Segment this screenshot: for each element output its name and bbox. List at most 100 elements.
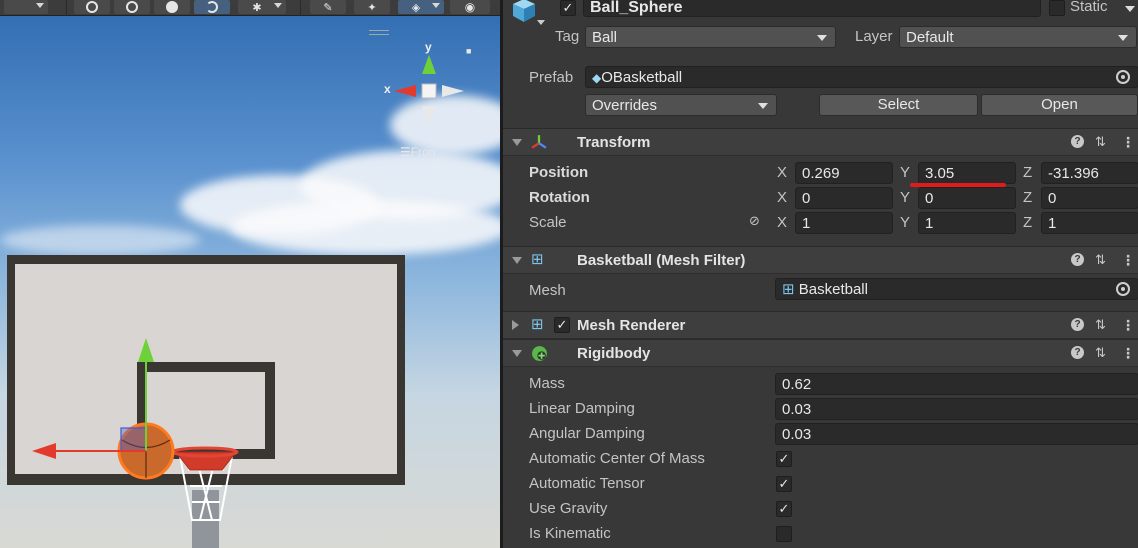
effects-toggle-button[interactable]: ✦ — [354, 0, 390, 14]
rigidbody-header[interactable]: Rigidbody ? ⇅ ⋮ — [503, 339, 1138, 367]
overrides-dropdown[interactable]: Overrides — [585, 94, 777, 116]
help-icon[interactable]: ? — [1071, 135, 1084, 148]
auto-tensor-checkbox[interactable]: ✓ — [776, 476, 792, 492]
static-dropdown-icon[interactable] — [1125, 6, 1135, 12]
axis-x-label[interactable]: X — [777, 214, 787, 231]
lock-icon[interactable]: ■ — [466, 46, 471, 56]
object-name-field[interactable]: Ball_Sphere — [583, 0, 1041, 17]
is-kinematic-checkbox[interactable] — [776, 526, 792, 542]
shaded-button[interactable] — [154, 0, 190, 14]
position-y-field[interactable]: 3.05 — [918, 162, 1016, 184]
auto-center-of-mass-checkbox[interactable]: ✓ — [776, 451, 792, 467]
mesh-field[interactable]: ⊞ Basketball — [775, 278, 1138, 300]
cloud — [0, 225, 200, 255]
scale-x-field[interactable]: 1 — [795, 212, 893, 234]
position-label: Position — [529, 164, 589, 181]
angular-damping-label: Angular Damping — [529, 425, 645, 442]
tag-dropdown[interactable]: Ball — [585, 26, 836, 48]
foldout-open-icon[interactable] — [512, 350, 522, 357]
chevron-down-icon[interactable] — [537, 20, 545, 25]
scale-z-field[interactable]: 1 — [1041, 212, 1138, 234]
inspector-panel: ✓ Ball_Sphere Static Tag Ball Layer Defa… — [500, 0, 1138, 548]
static-label: Static — [1070, 0, 1108, 15]
presets-icon[interactable]: ⇅ — [1095, 253, 1109, 267]
rotation-x-field[interactable]: 0 — [795, 187, 893, 209]
cube-icon — [513, 0, 535, 22]
use-gravity-checkbox[interactable]: ✓ — [776, 501, 792, 517]
help-icon[interactable]: ? — [1071, 346, 1084, 359]
axis-z-label[interactable]: Z — [1023, 189, 1032, 206]
chevron-down-icon — [432, 3, 440, 8]
foldout-open-icon[interactable] — [512, 139, 522, 146]
backboard-target-square — [137, 362, 275, 459]
overlay-handle-icon[interactable] — [369, 30, 389, 35]
debug-draw-button[interactable]: ✱ — [238, 0, 286, 14]
toolbar-separator — [66, 0, 67, 16]
scene-view[interactable]: ✱ ✎ ✦ ◈ ◉ y x ■ ☰Fron — [0, 0, 500, 548]
audio-toggle-button[interactable]: ✎ — [310, 0, 346, 14]
axis-x-label[interactable]: X — [777, 164, 787, 181]
object-picker-icon[interactable] — [1116, 282, 1130, 296]
linear-damping-field[interactable]: 0.03 — [775, 398, 1138, 420]
static-checkbox[interactable] — [1049, 0, 1065, 16]
eye-icon: ◉ — [464, 0, 476, 14]
wireframe-button[interactable] — [74, 0, 110, 14]
help-icon[interactable]: ? — [1071, 318, 1084, 331]
layer-label: Layer — [855, 28, 893, 45]
foldout-open-icon[interactable] — [512, 257, 522, 264]
mesh-filter-title: Basketball (Mesh Filter) — [577, 252, 746, 269]
layers-icon: ◈ — [411, 1, 421, 14]
gizmo-toggle-button[interactable] — [4, 0, 48, 14]
axis-y-label[interactable]: Y — [900, 189, 910, 206]
position-x-field[interactable]: 0.269 — [795, 162, 893, 184]
layers-button[interactable]: ◈ — [398, 0, 444, 14]
transform-header[interactable]: Transform ? ⇅ ⋮ — [503, 128, 1138, 156]
more-options-icon[interactable]: ⋮ — [1121, 253, 1135, 267]
angular-damping-field[interactable]: 0.03 — [775, 423, 1138, 445]
presets-icon[interactable]: ⇅ — [1095, 346, 1109, 360]
more-options-icon[interactable]: ⋮ — [1121, 318, 1135, 332]
rotation-y-field[interactable]: 0 — [918, 187, 1016, 209]
moon-icon — [206, 1, 218, 13]
mesh-renderer-enabled-checkbox[interactable]: ✓ — [554, 317, 570, 333]
shaded-wire-button[interactable] — [114, 0, 150, 14]
more-options-icon[interactable]: ⋮ — [1121, 346, 1135, 360]
presets-icon[interactable]: ⇅ — [1095, 318, 1109, 332]
scale-y-field[interactable]: 1 — [918, 212, 1016, 234]
object-picker-icon[interactable] — [1116, 70, 1130, 84]
scale-label: Scale — [529, 214, 567, 231]
mesh-filter-header[interactable]: ⊞ Basketball (Mesh Filter) ? ⇅ ⋮ — [503, 246, 1138, 274]
constrain-proportions-icon[interactable]: ⊘ — [749, 213, 760, 229]
prefab-field[interactable]: ◆OBasketball — [585, 66, 1138, 88]
lit-button[interactable] — [194, 0, 230, 14]
axis-x-label[interactable]: X — [777, 189, 787, 206]
mass-field[interactable]: 0.62 — [775, 373, 1138, 395]
linear-damping-label: Linear Damping — [529, 400, 635, 417]
auto-center-of-mass-label: Automatic Center Of Mass — [529, 450, 705, 467]
foldout-closed-icon[interactable] — [512, 320, 519, 330]
axis-z-label[interactable]: Z — [1023, 214, 1032, 231]
view-mode-label[interactable]: ☰Fron — [400, 145, 435, 159]
mass-label: Mass — [529, 375, 565, 392]
orientation-gizmo[interactable]: y x ■ — [380, 40, 471, 130]
is-kinematic-label: Is Kinematic — [529, 525, 611, 542]
mesh-renderer-header[interactable]: ⊞ ✓ Mesh Renderer ? ⇅ ⋮ — [503, 311, 1138, 339]
visibility-button[interactable]: ◉ — [450, 0, 490, 14]
position-z-field[interactable]: -31.396 — [1041, 162, 1138, 184]
axis-y-label[interactable]: Y — [900, 164, 910, 181]
select-prefab-button[interactable]: Select — [819, 94, 978, 116]
layer-dropdown[interactable]: Default — [899, 26, 1137, 48]
active-checkbox[interactable]: ✓ — [560, 0, 576, 16]
hoop-pole — [192, 490, 219, 548]
more-options-icon[interactable]: ⋮ — [1121, 135, 1135, 149]
open-prefab-button[interactable]: Open — [981, 94, 1138, 116]
mesh-grid-icon: ⊞ — [782, 281, 795, 298]
rotation-z-field[interactable]: 0 — [1041, 187, 1138, 209]
mesh-value: Basketball — [798, 281, 868, 298]
axis-y-label[interactable]: Y — [900, 214, 910, 231]
help-icon[interactable]: ? — [1071, 253, 1084, 266]
bug-icon: ✱ — [252, 1, 262, 14]
rigidbody-title: Rigidbody — [577, 345, 651, 362]
presets-icon[interactable]: ⇅ — [1095, 135, 1109, 149]
axis-z-label[interactable]: Z — [1023, 164, 1032, 181]
